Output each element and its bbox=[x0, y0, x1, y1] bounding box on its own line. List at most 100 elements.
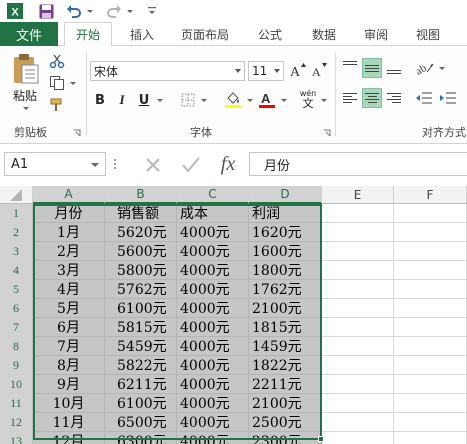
table-cell[interactable]: 1620元 bbox=[249, 223, 322, 242]
table-cell[interactable]: 4000元 bbox=[177, 223, 249, 242]
save-icon[interactable] bbox=[36, 2, 56, 20]
table-cell[interactable]: 4000元 bbox=[177, 261, 249, 280]
table-cell[interactable] bbox=[322, 432, 394, 444]
worksheet-grid[interactable]: A B C D E F 1 月份 销售额 成本 利润 2 1月 5620元 4000元 1620元… bbox=[0, 186, 467, 444]
table-cell[interactable]: 6月 bbox=[33, 318, 105, 337]
table-cell[interactable]: 1800元 bbox=[249, 261, 322, 280]
row-header[interactable]: 8 bbox=[0, 337, 33, 356]
border-icon[interactable] bbox=[178, 90, 198, 110]
table-cell[interactable]: 4000元 bbox=[177, 242, 249, 261]
table-cell[interactable]: 2100元 bbox=[249, 394, 322, 413]
table-cell[interactable] bbox=[394, 204, 467, 223]
right-align-icon[interactable] bbox=[384, 88, 404, 108]
font-color-dropdown-icon[interactable] bbox=[278, 90, 288, 110]
table-cell[interactable] bbox=[322, 394, 394, 413]
table-cell[interactable]: 6100元 bbox=[105, 299, 177, 318]
table-cell[interactable]: 1822元 bbox=[249, 356, 322, 375]
formula-input[interactable]: 月份 bbox=[249, 152, 467, 176]
underline-button[interactable]: U bbox=[134, 90, 154, 110]
table-cell[interactable]: 6100元 bbox=[105, 394, 177, 413]
table-cell[interactable] bbox=[394, 394, 467, 413]
font-size-combo[interactable]: 11 bbox=[248, 61, 284, 81]
table-cell[interactable]: 5459元 bbox=[105, 337, 177, 356]
table-cell[interactable]: 5822元 bbox=[105, 356, 177, 375]
table-cell[interactable] bbox=[394, 280, 467, 299]
table-cell[interactable] bbox=[322, 337, 394, 356]
phonetic-guide-icon[interactable]: wén 文 bbox=[296, 88, 320, 110]
table-cell[interactable]: 9月 bbox=[33, 375, 105, 394]
tab-view[interactable]: 视图 bbox=[406, 22, 450, 46]
table-cell[interactable] bbox=[394, 413, 467, 432]
row-header[interactable]: 9 bbox=[0, 356, 33, 375]
table-cell[interactable] bbox=[322, 318, 394, 337]
tab-formulas[interactable]: 公式 bbox=[248, 22, 292, 46]
chevron-down-icon[interactable] bbox=[274, 69, 280, 73]
clipboard-launcher-icon[interactable] bbox=[72, 128, 82, 138]
table-cell[interactable] bbox=[322, 204, 394, 223]
table-cell[interactable]: 1月 bbox=[33, 223, 105, 242]
fill-handle[interactable] bbox=[318, 436, 324, 442]
phonetic-dropdown-icon[interactable] bbox=[318, 90, 328, 110]
column-header-a[interactable]: A bbox=[33, 186, 105, 204]
column-header-c[interactable]: C bbox=[177, 186, 249, 204]
table-cell[interactable] bbox=[394, 337, 467, 356]
table-cell[interactable]: 2500元 bbox=[249, 413, 322, 432]
table-cell[interactable] bbox=[322, 375, 394, 394]
cut-icon[interactable] bbox=[46, 52, 68, 70]
row-header[interactable]: 7 bbox=[0, 318, 33, 337]
chevron-down-icon[interactable] bbox=[235, 69, 241, 73]
table-cell[interactable]: 4000元 bbox=[177, 318, 249, 337]
column-header-d[interactable]: D bbox=[249, 186, 322, 204]
tab-insert[interactable]: 插入 bbox=[120, 22, 164, 46]
table-cell[interactable] bbox=[322, 242, 394, 261]
border-dropdown-icon[interactable] bbox=[198, 90, 208, 110]
table-cell[interactable] bbox=[322, 280, 394, 299]
table-cell[interactable] bbox=[394, 432, 467, 444]
fill-color-icon[interactable] bbox=[222, 88, 244, 110]
tab-page-layout[interactable]: 页面布局 bbox=[172, 22, 238, 46]
row-header[interactable]: 5 bbox=[0, 280, 33, 299]
table-cell[interactable] bbox=[394, 299, 467, 318]
font-color-icon[interactable]: A bbox=[256, 88, 278, 110]
table-cell[interactable]: 6211元 bbox=[105, 375, 177, 394]
table-cell[interactable] bbox=[394, 223, 467, 242]
decrease-indent-icon[interactable] bbox=[414, 88, 434, 108]
column-header-b[interactable]: B bbox=[105, 186, 177, 204]
table-cell[interactable]: 4000元 bbox=[177, 432, 249, 444]
tab-review[interactable]: 审阅 bbox=[354, 22, 398, 46]
column-header-e[interactable]: E bbox=[322, 186, 394, 204]
paste-dropdown-icon[interactable] bbox=[20, 104, 30, 112]
table-cell[interactable]: 6300元 bbox=[105, 432, 177, 444]
table-cell[interactable]: 4000元 bbox=[177, 337, 249, 356]
row-header[interactable]: 2 bbox=[0, 223, 33, 242]
table-cell[interactable]: 2211元 bbox=[249, 375, 322, 394]
table-cell[interactable]: 成本 bbox=[177, 204, 249, 223]
italic-button[interactable]: I bbox=[112, 90, 132, 110]
tab-data[interactable]: 数据 bbox=[302, 22, 346, 46]
undo-dropdown-icon[interactable] bbox=[84, 2, 94, 20]
table-cell[interactable] bbox=[322, 223, 394, 242]
select-all-corner[interactable] bbox=[0, 186, 33, 204]
table-cell[interactable]: 2300元 bbox=[249, 432, 322, 444]
table-cell[interactable]: 1815元 bbox=[249, 318, 322, 337]
bold-button[interactable]: B bbox=[90, 90, 110, 110]
font-launcher-icon[interactable] bbox=[322, 128, 332, 138]
row-header[interactable]: 6 bbox=[0, 299, 33, 318]
paste-icon[interactable] bbox=[8, 52, 42, 86]
chevron-down-icon[interactable] bbox=[91, 163, 99, 167]
insert-function-button[interactable]: fx bbox=[214, 152, 242, 176]
table-cell[interactable] bbox=[394, 318, 467, 337]
center-align-icon[interactable] bbox=[362, 88, 382, 108]
top-align-icon[interactable] bbox=[340, 58, 360, 78]
table-cell[interactable]: 12月 bbox=[33, 432, 105, 444]
cancel-icon[interactable] bbox=[140, 154, 166, 176]
table-cell[interactable] bbox=[394, 375, 467, 394]
table-cell[interactable] bbox=[322, 261, 394, 280]
table-cell[interactable]: 利润 bbox=[249, 204, 322, 223]
font-name-combo[interactable]: 宋体 bbox=[90, 61, 245, 81]
table-cell[interactable]: 1459元 bbox=[249, 337, 322, 356]
grow-font-icon[interactable]: A bbox=[288, 60, 308, 80]
table-cell[interactable]: 4000元 bbox=[177, 356, 249, 375]
table-cell[interactable]: 4000元 bbox=[177, 375, 249, 394]
table-cell[interactable]: 4000元 bbox=[177, 280, 249, 299]
